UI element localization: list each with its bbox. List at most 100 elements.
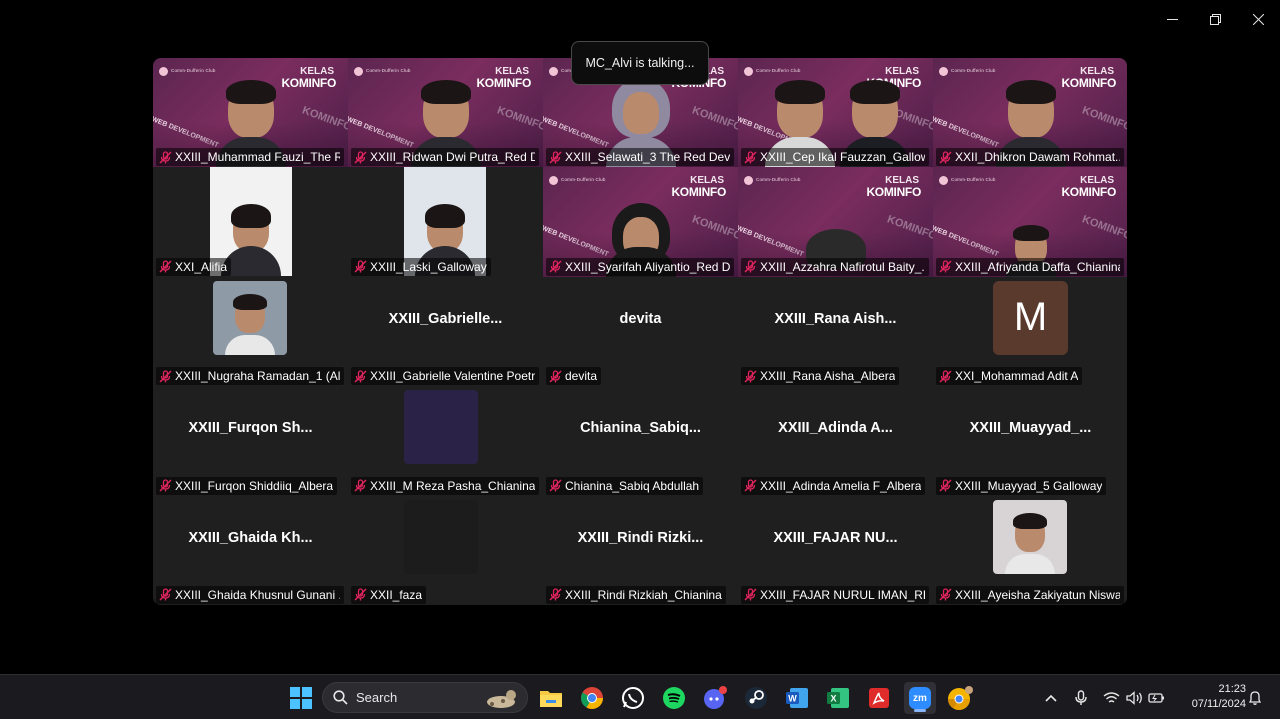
taskbar-word[interactable]: W xyxy=(781,682,813,714)
participant-tile[interactable]: XXIII_Ayeisha Zakiyatun Niswa... xyxy=(933,495,1127,605)
participant-name-label: XXIII_Nugraha Ramadan_1 (Al... xyxy=(156,367,344,386)
gallery-view: Comm-Dufferin ClubKELASKOMINFOWEB DEVELO… xyxy=(153,58,1127,605)
participant-tile[interactable]: Comm-Dufferin ClubKELASKOMINFOWEB DEVELO… xyxy=(933,58,1127,168)
banner-kominfo: KOMINFO xyxy=(281,76,336,90)
participant-name: XXI_Mohammad Adit A xyxy=(955,369,1079,384)
participant-name: XXIII_Ghaida Khusnul Gunani ... xyxy=(175,587,340,602)
participant-tile[interactable]: Chianina_Sabiq... Chianina_Sabiq Abdullah xyxy=(543,386,738,496)
notifications-button[interactable] xyxy=(1248,675,1262,719)
participant-tile[interactable]: XXIII_Rana Aish... XXIII_Rana Aisha_Alber… xyxy=(738,276,933,387)
mic-muted-icon xyxy=(354,260,367,273)
participant-tile[interactable]: Comm-Dufferin ClubKELASKOMINFOWEB DEVELO… xyxy=(933,167,1127,277)
taskbar-discord[interactable] xyxy=(699,682,731,714)
svg-text:X: X xyxy=(830,694,836,704)
participant-tile[interactable]: XXIII_Laski_Galloway xyxy=(348,167,543,277)
participant-tile[interactable]: devita devita xyxy=(543,276,738,387)
mic-muted-icon xyxy=(159,151,172,164)
participant-name: XXIII_FAJAR NURUL IMAN_RE... xyxy=(760,587,925,602)
participant-tile[interactable]: XXIII_Ghaida Kh... XXIII_Ghaida Khusnul G… xyxy=(153,495,348,605)
participant-tile[interactable]: M XXI_Mohammad Adit A xyxy=(933,276,1127,387)
taskbar-steam[interactable] xyxy=(740,682,772,714)
minimize-button[interactable] xyxy=(1151,0,1194,38)
participant-display-name: XXIII_Gabrielle... xyxy=(388,310,503,327)
mic-muted-icon xyxy=(744,479,757,492)
participant-tile[interactable]: Comm-Dufferin ClubKELASKOMINFOWEB DEVELO… xyxy=(348,58,543,168)
participant-name-label: XXIII_Ghaida Khusnul Gunani ... xyxy=(156,585,344,604)
participant-tile[interactable]: XXIII_Muayyad_... XXIII_Muayyad_5 Gallowa… xyxy=(933,386,1127,496)
participant-name: XXIII_Furqon Shiddiiq_Albera xyxy=(175,478,334,493)
mic-muted-icon xyxy=(159,260,172,273)
battery-icon xyxy=(1148,692,1164,703)
taskbar-file-explorer[interactable] xyxy=(535,682,567,714)
taskbar-excel[interactable]: X xyxy=(822,682,854,714)
participant-name-label: XXI_Alifia xyxy=(156,257,232,276)
club-logo-icon xyxy=(744,176,753,186)
taskbar: Search W X zm 21:23 07/11/2024 xyxy=(0,674,1280,719)
club-logo-text: Comm-Dufferin Club xyxy=(561,177,606,183)
tray-overflow-button[interactable] xyxy=(1044,675,1058,719)
participant-tile[interactable]: XXIII_Furqon Sh... XXIII_Furqon Shiddiiq_… xyxy=(153,386,348,496)
volume-icon xyxy=(1126,690,1142,705)
participant-name: XXIII_Selawati_3 The Red Devon xyxy=(565,150,730,165)
mic-muted-icon xyxy=(744,588,757,601)
participant-name: XXIII_Ridwan Dwi Putra_Red D... xyxy=(370,150,535,165)
network-volume-battery[interactable] xyxy=(1103,675,1165,719)
mic-muted-icon xyxy=(939,370,952,383)
participant-name-label: XXIII_Laski_Galloway xyxy=(351,257,491,276)
participant-tile[interactable]: XXIII_Adinda A... XXIII_Adinda Amelia F_A… xyxy=(738,386,933,496)
chrome-icon xyxy=(581,687,603,709)
participant-tile[interactable]: XXIII_M Reza Pasha_Chianina xyxy=(348,386,543,496)
participant-tile[interactable]: XXIII_Rindi Rizki... XXIII_Rindi Rizkiah_… xyxy=(543,495,738,605)
close-button[interactable] xyxy=(1237,0,1280,38)
participant-name: XXIII_Azzahra Nafirotul Baity_... xyxy=(760,259,925,274)
minimize-icon xyxy=(1167,18,1178,20)
participant-display-name: XXIII_Rindi Rizki... xyxy=(577,529,704,546)
taskbar-zoom[interactable]: zm xyxy=(904,682,936,714)
participant-tile[interactable]: XXIII_Gabrielle... XXIII_Gabrielle Valent… xyxy=(348,276,543,387)
clock-time: 21:23 xyxy=(1218,683,1246,695)
chrome-canary-icon xyxy=(948,686,973,710)
participant-name: XXIII_Muhammad Fauzi_The R... xyxy=(175,150,340,165)
taskbar-search[interactable]: Search xyxy=(322,682,528,713)
close-icon xyxy=(1253,13,1264,25)
steam-icon xyxy=(745,687,767,709)
participant-name-label: XXIII_Afriyanda Daffa_Chianina xyxy=(936,257,1124,276)
participant-name: XXII_faza xyxy=(370,587,423,602)
mic-muted-icon xyxy=(744,370,757,383)
participant-display-name: XXIII_FAJAR NU... xyxy=(773,529,898,546)
participant-tile[interactable]: XXIII_FAJAR NU... XXIII_FAJAR NURUL IMAN_… xyxy=(738,495,933,605)
participant-name: XXIII_Nugraha Ramadan_1 (Al... xyxy=(175,369,340,384)
taskbar-whatsapp[interactable] xyxy=(617,682,649,714)
participant-tile[interactable]: Comm-Dufferin ClubKELASKOMINFOWEB DEVELO… xyxy=(153,58,348,168)
participant-tile[interactable]: XXIII_Nugraha Ramadan_1 (Al... xyxy=(153,276,348,387)
mic-muted-icon xyxy=(354,479,367,492)
participant-tile[interactable]: Comm-Dufferin ClubKELASKOMINFOWEB DEVELO… xyxy=(738,58,933,168)
participant-name: XXIII_Muayyad_5 Galloway xyxy=(955,478,1103,493)
microphone-tray[interactable] xyxy=(1075,675,1087,719)
taskbar-clock[interactable]: 21:23 07/11/2024 xyxy=(1176,682,1246,712)
participant-tile[interactable]: Comm-Dufferin ClubKELASKOMINFOWEB DEVELO… xyxy=(543,167,738,277)
restore-button[interactable] xyxy=(1194,0,1237,38)
start-button[interactable] xyxy=(285,682,317,714)
participant-name-label: XXIII_Cep Ikal Fauzzan_Galloway xyxy=(741,148,929,167)
participant-tile[interactable]: XXI_Alifia xyxy=(153,167,348,277)
participant-tile[interactable]: XXII_faza xyxy=(348,495,543,605)
club-logo-text: Comm-Dufferin Club xyxy=(756,177,801,183)
participant-name: XXIII_Rindi Rizkiah_Chianina xyxy=(565,587,722,602)
mic-muted-icon xyxy=(159,479,172,492)
taskbar-spotify[interactable] xyxy=(658,682,690,714)
participant-name: XXIII_Laski_Galloway xyxy=(370,259,487,274)
whatsapp-icon xyxy=(622,687,644,709)
participant-name-label: XXIII_Muhammad Fauzi_The R... xyxy=(156,148,344,167)
banner-kominfo: KOMINFO xyxy=(476,76,531,90)
participant-name-label: XXIII_Gabrielle Valentine Poetr... xyxy=(351,367,539,386)
mic-muted-icon xyxy=(939,151,952,164)
taskbar-acrobat[interactable] xyxy=(863,682,895,714)
participant-display-name: devita xyxy=(619,310,662,327)
search-icon xyxy=(333,690,348,705)
avatar-initial: M xyxy=(993,280,1068,355)
taskbar-chrome-canary[interactable] xyxy=(945,682,977,714)
participant-tile[interactable]: Comm-Dufferin ClubKELASKOMINFOWEB DEVELO… xyxy=(738,167,933,277)
taskbar-chrome[interactable] xyxy=(576,682,608,714)
participant-name-label: XXIII_Furqon Shiddiiq_Albera xyxy=(156,476,338,495)
